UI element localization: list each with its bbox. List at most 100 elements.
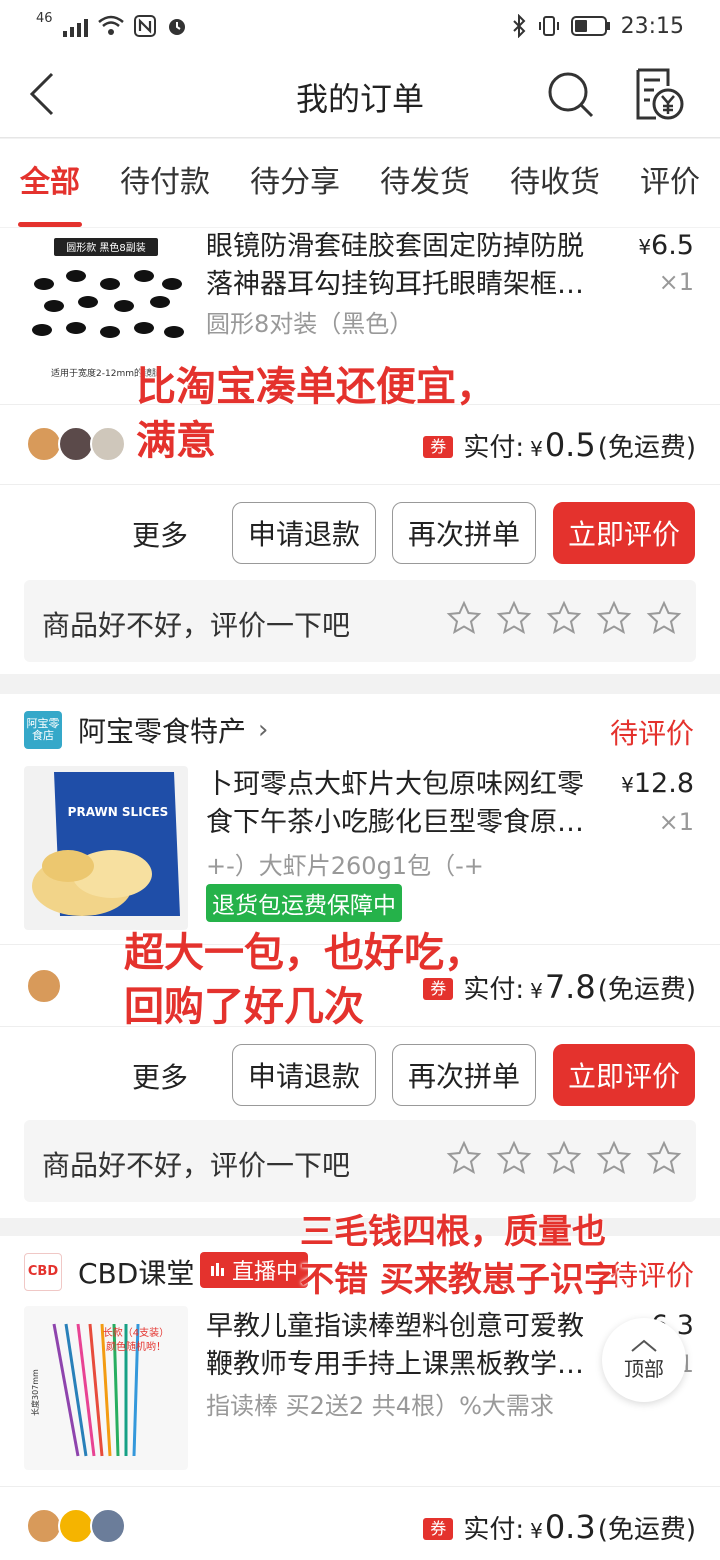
shop-name[interactable]: CBD课堂: [78, 1252, 194, 1292]
battery-icon: [570, 16, 610, 36]
shipping-note: (免运费): [597, 975, 696, 1005]
annotation-overlay-2: 超大一包，也好吃， 回购了好几次: [124, 926, 484, 1034]
shipping-note: (免运费): [597, 1515, 696, 1545]
product-spec: 圆形8对装（黑色）: [206, 310, 414, 338]
tab-pending-share[interactable]: 待分享: [250, 139, 340, 227]
review-prompt: 商品好不好，评价一下吧: [42, 609, 351, 642]
refund-button[interactable]: 申请退款: [232, 502, 376, 564]
live-label: 直播中: [232, 1260, 299, 1285]
refund-button[interactable]: 申请退款: [232, 1044, 376, 1106]
buyer-avatars: [26, 1508, 126, 1544]
product-qty: ×1: [658, 808, 694, 836]
review-now-button[interactable]: 立即评价: [553, 502, 695, 564]
chevron-right-icon: ›: [258, 715, 269, 745]
pay-amount: 0.5: [544, 426, 596, 464]
reorder-button[interactable]: 再次拼单: [392, 502, 536, 564]
clock: 23:15: [620, 13, 684, 39]
image-caption-top: 圆形款 黑色8副装: [66, 241, 146, 254]
order-status: 待评价: [609, 1259, 694, 1292]
back-to-top-button[interactable]: 顶部: [602, 1318, 686, 1402]
pay-label: 实付:: [463, 1515, 525, 1545]
divider: [0, 484, 720, 485]
nfc-icon: [133, 15, 156, 37]
image-note-color: 颜色随机哟！: [106, 1340, 166, 1353]
reorder-button[interactable]: 再次拼单: [392, 1044, 536, 1106]
buyer-avatars: [26, 968, 62, 1004]
more-button[interactable]: 更多: [132, 1056, 188, 1096]
avatar: [26, 1508, 62, 1544]
star-icon[interactable]: [446, 1140, 482, 1176]
product-photo: PRAWN SLICES: [24, 766, 188, 930]
avatar: [58, 426, 94, 462]
pay-amount: 7.8: [544, 968, 596, 1006]
star-icon[interactable]: [546, 600, 582, 636]
annotation-line: 满意: [136, 417, 216, 464]
tab-pending-payment[interactable]: 待付款: [120, 139, 210, 227]
avatar: [26, 968, 62, 1004]
live-badge[interactable]: 直播中: [200, 1252, 309, 1288]
chevron-up-icon: [631, 1339, 657, 1352]
shop-logo: CBD: [24, 1253, 62, 1291]
order-actions: 更多 申请退款 再次拼单 立即评价: [0, 502, 720, 564]
product-price: ¥6.5: [638, 230, 694, 261]
currency-symbol: ¥: [530, 1519, 543, 1543]
product-image[interactable]: PRAWN SLICES: [24, 766, 188, 930]
star-icon[interactable]: [446, 600, 482, 636]
star-icon[interactable]: [546, 1140, 582, 1176]
quick-review-box: 商品好不好，评价一下吧: [24, 1120, 696, 1202]
review-prompt: 商品好不好，评价一下吧: [42, 1149, 351, 1182]
product-image[interactable]: 长款（4支装） 颜色随机哟！ 长度307mm: [24, 1306, 188, 1470]
product-title[interactable]: 卜珂零点大虾片大包原味网红零食下午茶小吃膨化巨型零食原…: [206, 766, 602, 842]
star-icon[interactable]: [596, 600, 632, 636]
avatar: [90, 1508, 126, 1544]
search-icon[interactable]: [546, 70, 596, 120]
star-rating: [446, 1140, 682, 1176]
tab-all[interactable]: 全部: [18, 139, 82, 227]
shop-logo: 阿宝零食店: [24, 711, 62, 749]
product-price-value: 12.8: [633, 768, 694, 799]
status-right: 23:15: [511, 14, 684, 39]
star-icon[interactable]: [496, 600, 532, 636]
tab-pending-receive[interactable]: 待收货: [510, 139, 600, 227]
live-bars-icon: [211, 1263, 224, 1276]
shop-row[interactable]: CBD CBD课堂: [24, 1252, 194, 1292]
product-price: ¥12.8: [621, 768, 694, 799]
payment-summary: 券 实付: ¥ 0.3 (免运费): [423, 1508, 696, 1546]
more-button[interactable]: 更多: [132, 514, 188, 554]
bluetooth-icon: [512, 14, 526, 38]
shop-name[interactable]: 阿宝零食特产: [78, 710, 246, 750]
bill-icon[interactable]: [632, 66, 684, 122]
vibrate-icon: [538, 16, 559, 36]
order-actions: 更多 申请退款 再次拼单 立即评价: [0, 1044, 720, 1106]
star-icon[interactable]: [646, 600, 682, 636]
currency-symbol: ¥: [530, 437, 543, 461]
star-icon[interactable]: [596, 1140, 632, 1176]
shipping-note: (免运费): [597, 433, 696, 463]
annotation-overlay-3: 三毛钱四根，质量也 不错 买来教崽子识字: [300, 1208, 618, 1304]
avatar: [90, 426, 126, 462]
tab-review[interactable]: 评价: [640, 139, 700, 227]
order-status: 待评价: [609, 717, 694, 750]
order-tabs: 全部 待付款 待分享 待发货 待收货 评价: [0, 139, 720, 227]
buyer-avatars: [26, 426, 126, 462]
network-type: 46: [36, 10, 53, 26]
tab-pending-ship[interactable]: 待发货: [380, 139, 470, 227]
alarm-icon: [168, 19, 185, 35]
coupon-icon: 券: [423, 1518, 454, 1540]
star-icon[interactable]: [496, 1140, 532, 1176]
pay-amount: 0.3: [544, 1508, 596, 1546]
quick-review-box: 商品好不好，评价一下吧: [24, 580, 696, 662]
star-icon[interactable]: [646, 1140, 682, 1176]
product-title[interactable]: 早教儿童指读棒塑料创意可爱教鞭教师专用手持上课黑板教学…: [206, 1308, 602, 1384]
image-note-count: 长款（4支装）: [103, 1326, 169, 1339]
product-price-value: 6.5: [651, 230, 694, 261]
product-title[interactable]: 眼镜防滑套硅胶套固定防掉防脱落神器耳勾挂钩耳托眼睛架框…: [206, 228, 602, 304]
product-qty: ×1: [658, 268, 694, 296]
review-now-button[interactable]: 立即评价: [553, 1044, 695, 1106]
currency-symbol: ¥: [530, 979, 543, 1003]
shop-row[interactable]: 阿宝零食店 阿宝零食特产 ›: [24, 710, 268, 750]
divider: [0, 1486, 720, 1487]
product-spec: 指读棒 买2送2 共4根）%大需求: [206, 1392, 554, 1420]
product-spec: +-）大虾片260g1包（-+: [206, 852, 484, 880]
nav-header: 我的订单: [0, 52, 720, 138]
